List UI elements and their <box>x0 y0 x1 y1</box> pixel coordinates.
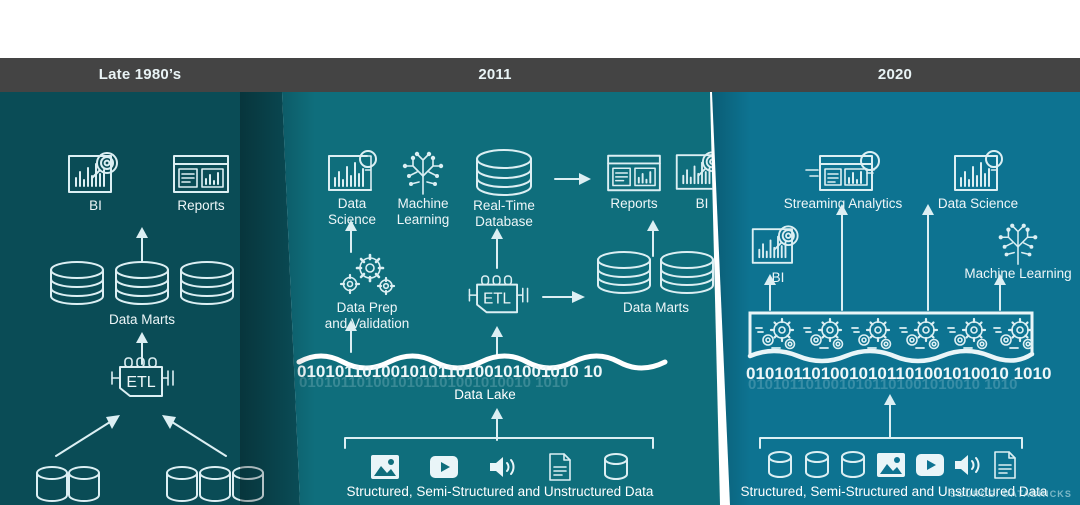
two-cylinder-icon <box>36 466 100 502</box>
source-bracket <box>344 437 654 449</box>
panel-lakehouse: Streaming Analytics Data Science BI Mach… <box>712 92 1080 505</box>
era-label-3: 2020 <box>877 66 913 83</box>
data-lake-binary: 010101101001010110100101001010 10 <box>297 362 603 381</box>
node-data-prep: Data Prep and Validation <box>307 253 427 331</box>
arrow-platform-to-streaming-analytics <box>836 204 848 311</box>
source-icons-row <box>766 450 1018 480</box>
node-data-science: Data Science <box>908 150 1048 212</box>
svg-text:ETL: ETL <box>126 374 155 391</box>
svg-text:ETL: ETL <box>483 291 511 308</box>
image-icon <box>370 455 399 479</box>
node-streaming-analytics: Streaming Analytics <box>758 150 928 212</box>
database-icon <box>804 451 829 478</box>
video-icon <box>429 456 458 478</box>
panel-data-warehouse: BI Reports Data Marts ETL <box>0 92 300 505</box>
document-icon <box>549 453 571 481</box>
two-database-icon <box>597 251 714 294</box>
arrow-etl-to-realtime-db <box>491 228 503 269</box>
streaming-analytics-icon <box>805 151 880 191</box>
source-credit: SOURCE: DATABRICKS <box>950 489 1072 499</box>
arrow-platform-to-bi <box>764 274 776 311</box>
era-label-2: 2011 <box>478 66 512 83</box>
arrow-external-to-etl <box>55 415 120 457</box>
arrow-operational-to-etl <box>162 415 227 457</box>
panel-data-lake: Data Science Machine Learning Real-Time … <box>282 92 720 505</box>
node-real-time-database: Real-Time Database <box>451 148 557 229</box>
node-label: Data Marts <box>622 300 690 315</box>
node-bi: BI <box>48 150 143 214</box>
database-icon <box>604 453 629 480</box>
node-label: Reports <box>610 196 658 211</box>
bi-chart-magnifier-icon <box>67 152 118 193</box>
node-label-data-lake: Data Lake <box>454 387 516 402</box>
panel-title-data-warehouse: Data Warehouse <box>59 22 223 45</box>
ml-circuit-tree-icon <box>998 223 1038 265</box>
data-science-bulb-chart-icon <box>954 150 1003 191</box>
node-data-marts: Data Marts <box>581 250 720 316</box>
node-reports: Reports <box>591 150 677 212</box>
etl-machine-icon: ETL <box>468 275 529 314</box>
arrow-prep-to-data-science <box>345 220 357 253</box>
node-label: Machine Learning <box>964 266 1072 281</box>
node-label-line1: Real-Time <box>473 198 535 213</box>
node-external-data: External Data <box>8 464 126 505</box>
source-bracket <box>759 437 1023 449</box>
gears-icon <box>339 253 396 296</box>
arrow-platform-to-machine-learning <box>994 274 1006 311</box>
node-etl: ETL <box>453 272 543 322</box>
node-label-line2: Database <box>475 213 533 229</box>
node-label: BI <box>89 198 102 213</box>
panel-title-lakehouse: Lakehouse <box>841 22 951 45</box>
panels-container: BI Reports Data Marts ETL Data Science M… <box>0 92 1080 505</box>
data-science-bulb-chart-icon <box>328 150 377 191</box>
ml-circuit-tree-icon <box>402 151 444 195</box>
database-icon <box>476 149 532 196</box>
node-label: Data Marts <box>108 312 176 327</box>
sources-caption: Structured, Semi-Structured and Unstruct… <box>346 484 654 499</box>
node-label-line2: and Validation <box>324 315 410 331</box>
video-icon <box>915 454 944 476</box>
reports-dashboard-icon <box>607 154 661 192</box>
arrow-platform-to-data-science <box>922 204 934 311</box>
image-icon <box>876 453 905 477</box>
reports-dashboard-icon <box>173 155 229 193</box>
node-machine-learning: Machine Learning <box>948 220 1080 282</box>
bi-chart-magnifier-icon <box>751 225 799 264</box>
etl-machine-icon: ETL <box>111 357 174 397</box>
lakehouse-binary: 0101011010010101101001010010 1010 <box>746 364 1052 383</box>
node-data-marts: Data Marts <box>36 260 248 328</box>
three-database-icon <box>50 261 234 305</box>
audio-icon <box>955 455 980 475</box>
node-etl: ETL <box>92 354 192 406</box>
panel-title-data-lake: Data Lake <box>448 22 548 45</box>
arrow-marts-to-bi <box>136 227 148 262</box>
document-icon <box>994 451 1016 479</box>
diagram-canvas: Late 1980’s 2011 2020 BI Reports Data Ma… <box>0 0 1080 505</box>
database-icon <box>841 451 866 478</box>
era-label-1: Late 1980’s <box>98 66 182 83</box>
arrow-db-to-reports <box>554 173 591 185</box>
source-icons-row <box>355 452 645 482</box>
database-icon <box>768 451 792 478</box>
node-label-line1: Data Prep <box>336 300 398 315</box>
audio-icon <box>489 457 515 477</box>
arrow-sources-to-platform <box>884 394 896 439</box>
